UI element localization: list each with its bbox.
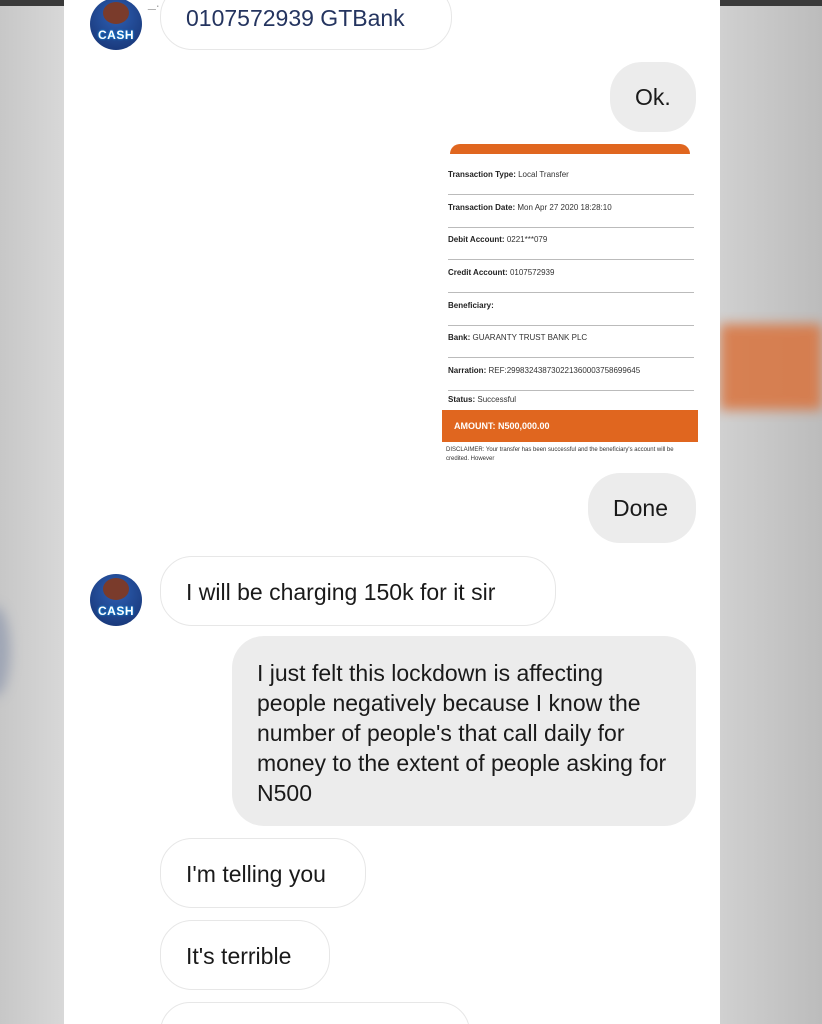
- background-right: [720, 6, 822, 1024]
- header-fragment: _.: [148, 0, 160, 10]
- message-incoming[interactable]: [160, 1002, 470, 1024]
- close-icon[interactable]: ✕: [676, 0, 705, 28]
- receipt-row: Bank: GUARANTY TRUST BANK PLC: [448, 333, 694, 358]
- receipt-row: Transaction Type: Local Transfer: [448, 170, 694, 195]
- receipt-amount: AMOUNT: N500,000.00: [442, 410, 698, 442]
- receipt-row: Transaction Date: Mon Apr 27 2020 18:28:…: [448, 203, 694, 228]
- message-text: 0107572939 GTBank: [186, 5, 405, 31]
- message-text: It's terrible: [186, 943, 292, 969]
- receipt-row: Debit Account: 0221***079: [448, 235, 694, 260]
- chat-panel: CASH _. 0107572939 GTBank Ok. Transactio…: [64, 0, 720, 1024]
- message-outgoing[interactable]: I just felt this lockdown is affecting p…: [232, 636, 696, 826]
- avatar-photo: [103, 2, 129, 24]
- transfer-receipt-image[interactable]: Transaction Type: Local Transfer Transac…: [442, 140, 698, 475]
- message-text: I just felt this lockdown is affecting p…: [257, 660, 667, 806]
- receipt-header: [450, 144, 690, 154]
- message-text: I'm telling you: [186, 861, 326, 887]
- avatar-photo: [103, 578, 129, 600]
- background-blur: [0, 606, 10, 696]
- background-left: [0, 6, 64, 1024]
- message-text: Done: [613, 495, 668, 521]
- avatar[interactable]: CASH: [90, 574, 142, 626]
- receipt-row: Beneficiary:: [448, 301, 694, 326]
- message-text: Ok.: [635, 84, 671, 110]
- receipt-row: Narration: REF:2998324387302213600037586…: [448, 366, 694, 391]
- receipt-disclaimer: DISCLAIMER: Your transfer has been succe…: [446, 447, 674, 462]
- message-incoming[interactable]: I'm telling you: [160, 838, 366, 908]
- message-outgoing[interactable]: Done: [588, 473, 696, 543]
- background-blur: [720, 324, 822, 410]
- message-incoming[interactable]: I will be charging 150k for it sir: [160, 556, 556, 626]
- avatar[interactable]: CASH: [90, 0, 142, 50]
- avatar-label: CASH: [97, 28, 134, 42]
- message-incoming[interactable]: 0107572939 GTBank: [160, 0, 452, 50]
- receipt-row: Credit Account: 0107572939: [448, 268, 694, 293]
- avatar-label: CASH: [97, 604, 134, 618]
- message-text: I will be charging 150k for it sir: [186, 579, 496, 605]
- message-incoming[interactable]: It's terrible: [160, 920, 330, 990]
- message-outgoing[interactable]: Ok.: [610, 62, 696, 132]
